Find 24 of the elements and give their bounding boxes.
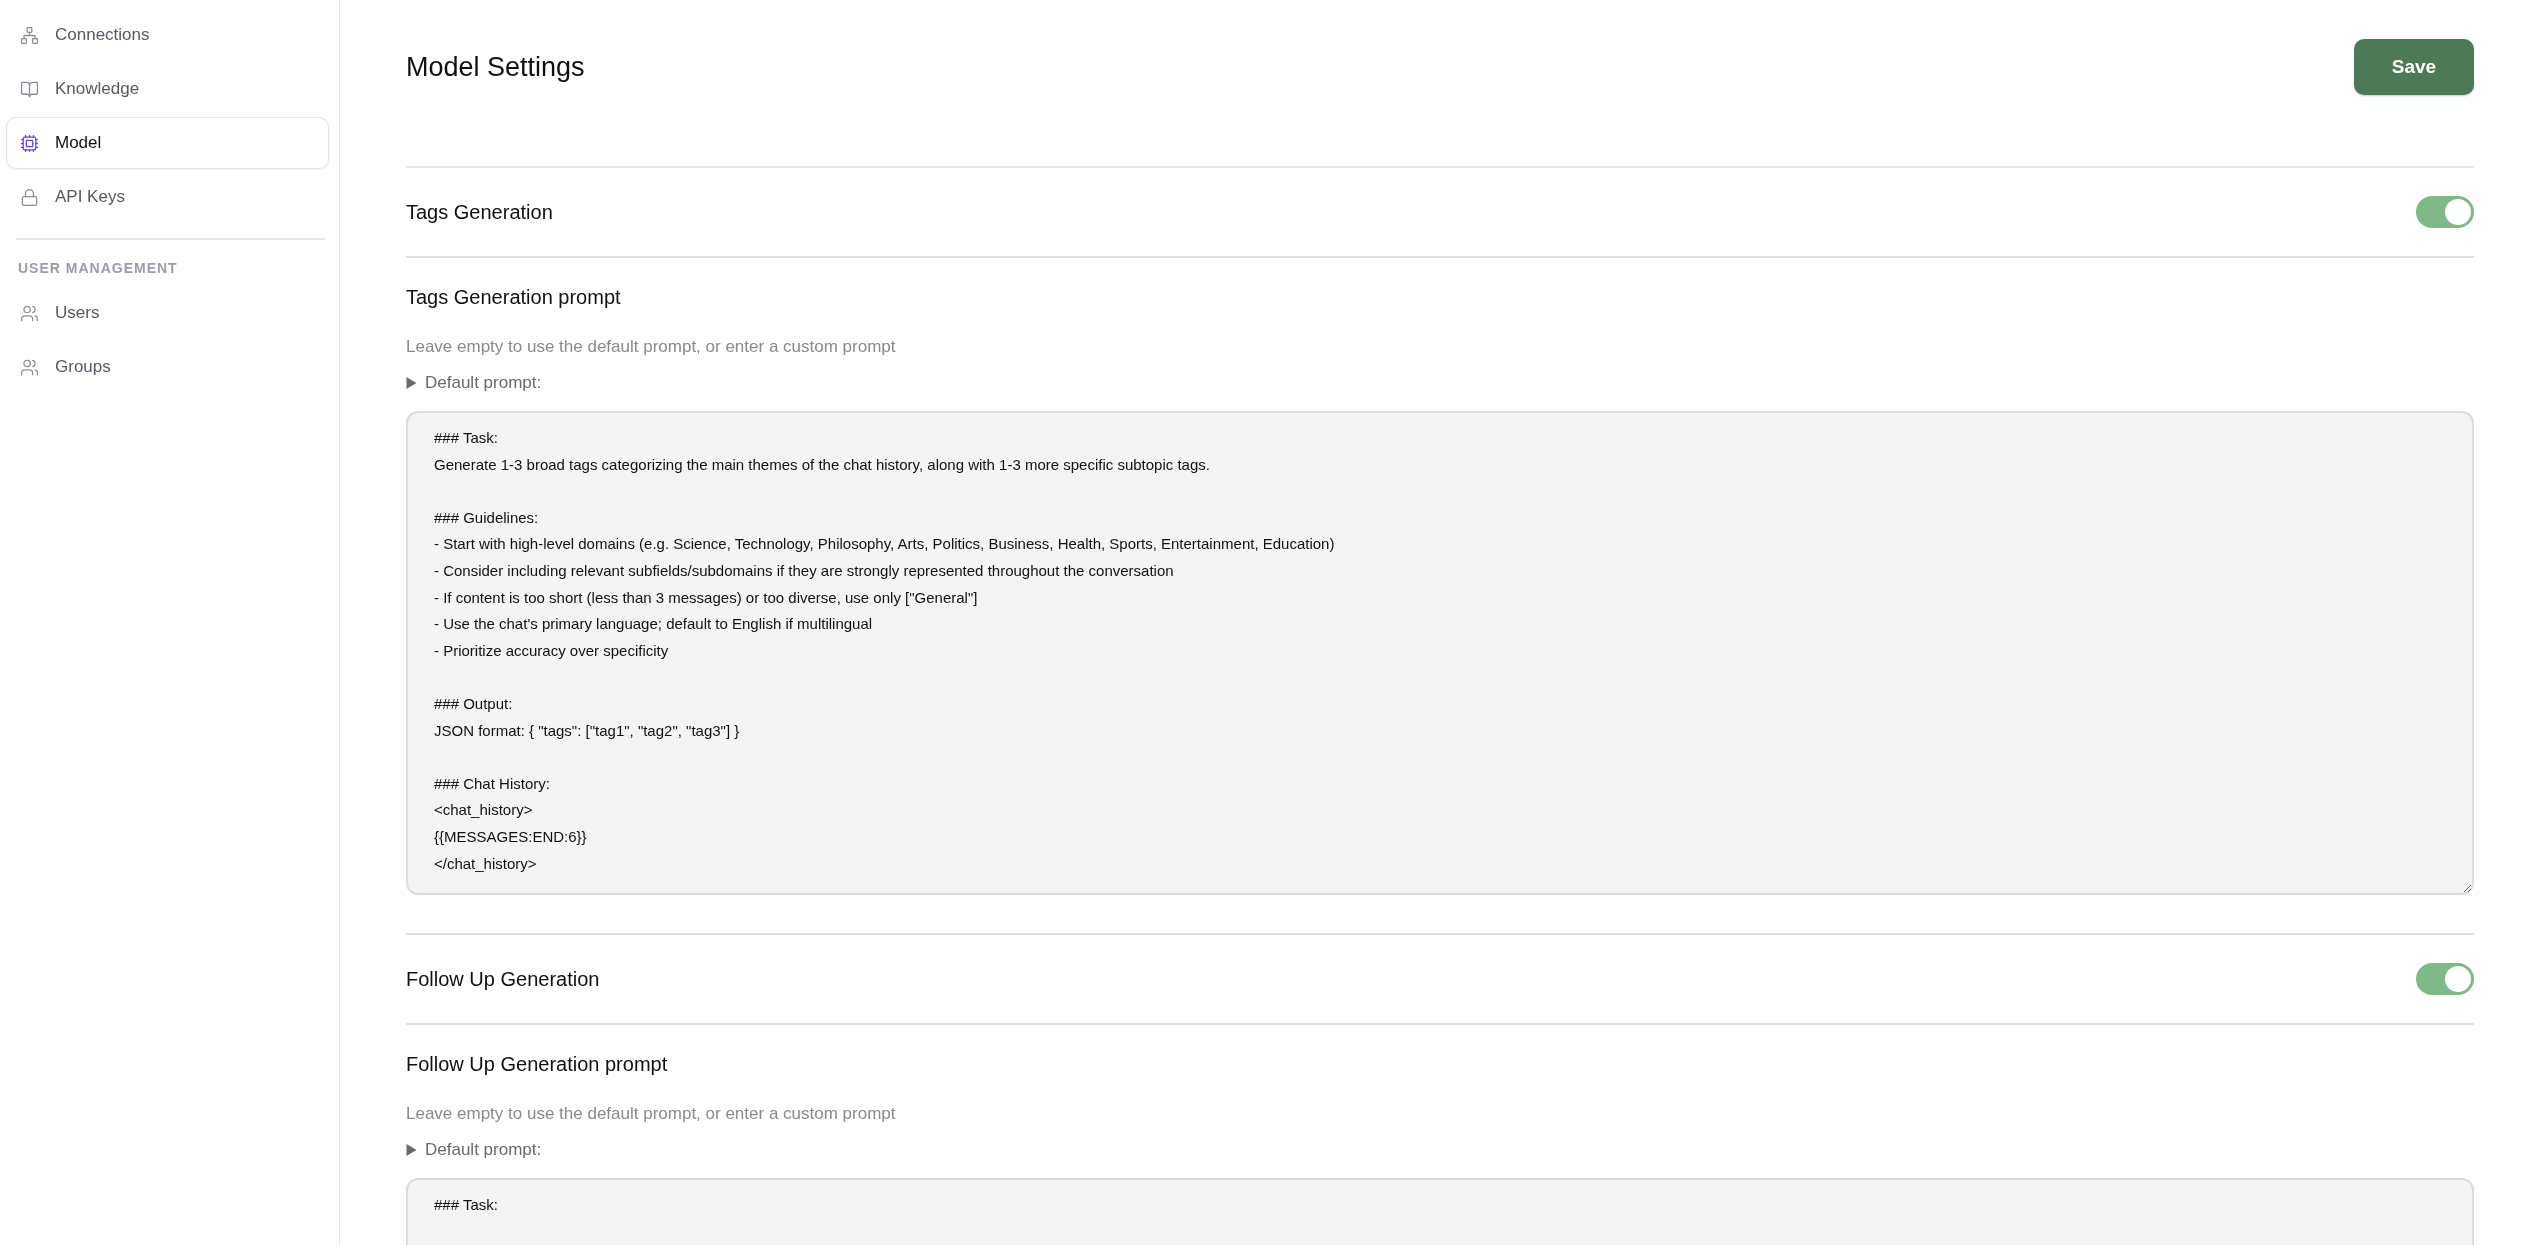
setting-title: Follow Up Generation [406, 967, 600, 991]
book-icon [20, 79, 39, 99]
prompt-input[interactable]: ### Task: [406, 1178, 2474, 1245]
prompt-title: Tags Generation prompt [406, 286, 622, 309]
prompt-hint: Leave empty to use the default prompt, or enter a custom prompt [406, 1104, 897, 1124]
toggle-switch[interactable] [2416, 196, 2474, 228]
sidebar-section-heading: USER MANAGEMENT [17, 259, 179, 278]
save-button[interactable]: Save [2354, 39, 2474, 95]
caret-icon [406, 377, 417, 389]
network-icon [20, 25, 39, 45]
users-icon [20, 303, 39, 323]
users-icon [20, 357, 39, 377]
prompt-input[interactable]: ### Task: Generate 1-3 broad tags categorizing the main themes of the chat history, along with 1-3 more specific subtopic tags. ### Guidelines: - Start with high-level domains (e.g. Science, Technology, Philosophy, Arts, Politics, Business, Health, Sports, Entertainment, Education) - Consider including relevant subfields/subdomains if they are strongly represented throughout the conversation - If content is too short (less than 3 messages) or too diverse, use only ["General"] - Use the chat's primary language; default to English if multilingual - Prioritize accuracy over specificity ### Output: JSON format: { "tags": ["tag1", "tag2", "tag3"] } ### Chat History: <chat_history> {{MESSAGES:END:6}} </chat_history> [406, 411, 2474, 895]
setting-title: Tags Generation [406, 200, 553, 224]
sidebar-item[interactable]: Model [6, 117, 329, 169]
page-title: Model Settings [406, 51, 585, 83]
chip-icon [20, 133, 39, 153]
default-prompt-toggle[interactable]: Default prompt: [406, 373, 542, 393]
lock-icon [20, 187, 39, 207]
default-prompt-toggle[interactable]: Default prompt: [406, 1140, 542, 1160]
caret-icon [406, 1144, 417, 1156]
prompt-title: Follow Up Generation prompt [406, 1053, 669, 1076]
prompt-hint: Leave empty to use the default prompt, or enter a custom prompt [406, 337, 897, 357]
toggle-switch[interactable] [2416, 963, 2474, 995]
